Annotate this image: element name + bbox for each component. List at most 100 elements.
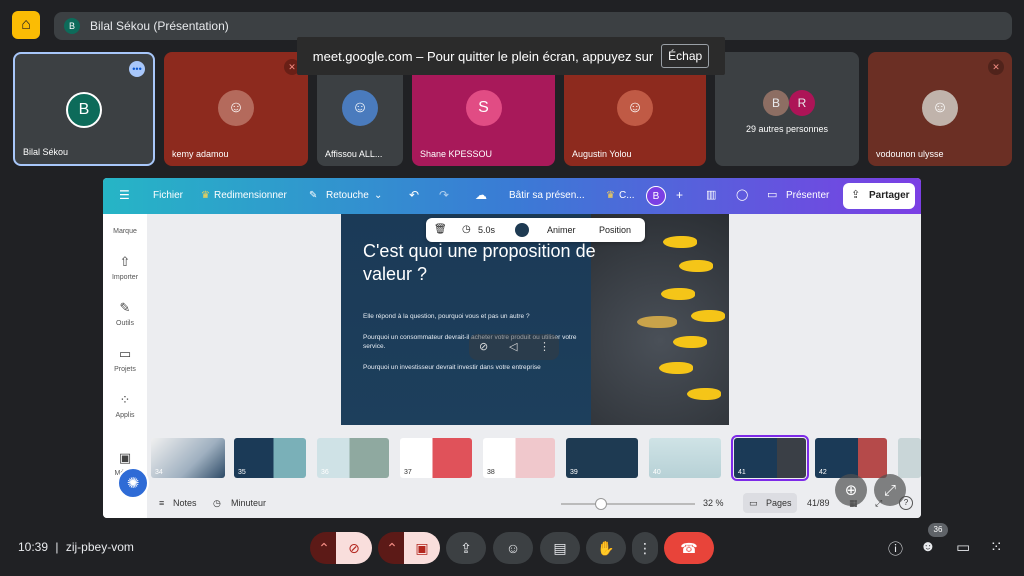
presenter-avatar: B	[64, 18, 80, 34]
undo-icon[interactable]: ↶	[409, 188, 419, 202]
captions-button[interactable]: ▤	[540, 532, 580, 564]
share-button[interactable]: Partager	[869, 190, 910, 201]
trash-icon[interactable]: 🗑	[434, 224, 447, 235]
present-screen-button[interactable]: ⇪	[446, 532, 486, 564]
page-thumbnail[interactable]: 34	[151, 438, 225, 478]
slide-image	[591, 214, 729, 425]
avatar: ☺	[218, 90, 254, 126]
zoom-in-icon[interactable]: ⊕	[835, 474, 867, 506]
crown-menu-item[interactable]: C...	[619, 190, 635, 201]
pages-button[interactable]: Pages	[766, 498, 792, 508]
participant-name: Augustin Yolou	[572, 149, 632, 159]
page-thumbnail[interactable]: 40	[649, 438, 721, 478]
avatar: S	[465, 90, 502, 126]
slide[interactable]: C'est quoi une proposition de valeur ? E…	[341, 214, 729, 425]
chevron-down-icon[interactable]: ⌄	[374, 190, 382, 201]
zoom-slider-track[interactable]	[561, 503, 695, 505]
notes-button[interactable]: Notes	[173, 498, 197, 508]
presentation-bar[interactable]: B Bilal Sékou (Présentation)	[54, 12, 1012, 40]
home-icon[interactable]: ⌂	[12, 11, 40, 39]
timer-button[interactable]: Minuteur	[231, 498, 266, 508]
pin-off-icon[interactable]: ⊘	[479, 340, 488, 353]
page-thumbnail[interactable]	[898, 438, 921, 478]
page-thumbnail[interactable]: 36	[317, 438, 389, 478]
media-controls: ⊘ ◁ ⋮	[469, 334, 559, 360]
page-thumbnail[interactable]: 35	[234, 438, 306, 478]
participant-tile[interactable]: B ••• Bilal Sékou	[13, 52, 155, 166]
page-thumbnail[interactable]: 42	[815, 438, 887, 478]
canva-footer: ≡ Notes ◷ Minuteur 32 % ▭ Pages 41/89 ▦ …	[147, 490, 921, 518]
sidebar-item-label: Importer	[111, 274, 139, 281]
sidebar-item-projects[interactable]: ▭ Projets	[103, 346, 147, 373]
chat-icon[interactable]: ▭	[956, 538, 970, 556]
position-button[interactable]: Position	[599, 225, 631, 235]
document-title[interactable]: Bâtir sa présen...	[509, 190, 585, 201]
activities-icon[interactable]: ⁙	[990, 538, 1003, 556]
slide-paragraph: Pourquoi un investisseur devrait investi…	[363, 364, 541, 371]
volume-icon[interactable]: ◁	[509, 340, 517, 353]
redo-icon[interactable]: ↷	[439, 188, 449, 202]
camera-off-button[interactable]: ▣	[404, 532, 440, 564]
resize-menu[interactable]: Redimensionner	[214, 190, 287, 201]
page-thumbnail-selected[interactable]: 41	[731, 435, 809, 481]
fish-shape	[659, 362, 693, 374]
info-icon[interactable]: ⓘ	[888, 538, 903, 559]
magic-icon[interactable]: ✺	[117, 467, 149, 499]
user-avatar[interactable]: B	[646, 186, 666, 206]
crown-icon: ♛	[606, 190, 615, 201]
fish-shape	[661, 288, 695, 300]
expand-icon[interactable]: ⤢	[874, 474, 906, 506]
toast-message: meet.google.com – Pour quitter le plein …	[312, 48, 654, 64]
menu-icon[interactable]: ☰	[119, 188, 130, 202]
sidebar-item-brand[interactable]: Marque	[103, 228, 147, 235]
fish-shape	[691, 310, 725, 322]
meeting-time-code: 10:39 | zij-pbey-vom	[18, 540, 134, 554]
more-icon[interactable]: ⋮	[539, 340, 550, 353]
raise-hand-button[interactable]: ✋	[586, 532, 626, 564]
add-user-icon[interactable]: +	[676, 188, 683, 202]
animate-button[interactable]: Animer	[547, 225, 576, 235]
sidebar-item-upload[interactable]: ⇧ Importer	[103, 254, 147, 281]
comment-icon[interactable]: ◯	[736, 188, 748, 201]
duration-button[interactable]: 5.0s	[478, 225, 495, 235]
video-options-button[interactable]: ⌃	[378, 532, 406, 564]
participant-tile[interactable]: B R 29 autres personnes	[715, 52, 859, 166]
color-swatch[interactable]	[515, 223, 529, 237]
fullscreen-toast: meet.google.com – Pour quitter le plein …	[297, 37, 725, 75]
emoji-button[interactable]: ☺	[493, 532, 533, 564]
sidebar-item-tools[interactable]: ✎ Outils	[103, 300, 147, 327]
more-options-button[interactable]: ⋮	[632, 532, 658, 564]
crown-icon: ♛	[201, 190, 210, 201]
page-thumbnail[interactable]: 38	[483, 438, 555, 478]
cloud-icon[interactable]: ☁	[475, 188, 487, 202]
element-toolbar: 🗑 ◷ 5.0s Animer Position	[426, 218, 645, 242]
share-icon: ⇪	[851, 189, 861, 201]
zoom-slider-handle[interactable]	[595, 498, 607, 510]
file-menu[interactable]: Fichier	[153, 190, 183, 201]
audio-options-button[interactable]: ⌃	[310, 532, 338, 564]
participants-count-badge: 36	[928, 523, 948, 537]
page-thumbnail[interactable]: 37	[400, 438, 472, 478]
hang-up-button[interactable]: ☎	[664, 532, 714, 564]
edit-menu[interactable]: Retouche	[326, 190, 369, 201]
sidebar-item-apps[interactable]: ⁘ Applis	[103, 392, 147, 419]
meet-window: ⌂ B Bilal Sékou (Présentation) meet.goog…	[0, 0, 1024, 576]
avatar: B	[763, 90, 789, 116]
separator: |	[55, 540, 59, 554]
others-label: 29 autres personnes	[745, 124, 829, 134]
participant-tile[interactable]: ☺ ✕ kemy adamou	[164, 52, 308, 166]
sidebar-item-label: Applis	[115, 412, 135, 419]
mic-off-button[interactable]: ⊘	[336, 532, 372, 564]
zoom-level[interactable]: 32 %	[703, 498, 724, 508]
people-icon[interactable]: ☻	[920, 538, 936, 555]
page-count[interactable]: 41/89	[807, 498, 830, 508]
chart-icon[interactable]: ▥	[706, 188, 716, 201]
page-thumbnail[interactable]: 39	[566, 438, 638, 478]
meeting-time: 10:39	[18, 540, 49, 554]
edit-icon: ✎	[309, 190, 318, 201]
upload-icon: ⇧	[119, 254, 131, 269]
fish-shape	[663, 236, 697, 248]
notes-icon: ≡	[159, 498, 165, 508]
participant-tile[interactable]: ☺ ✕ vodounon ulysse	[868, 52, 1012, 166]
present-button[interactable]: Présenter	[786, 190, 829, 201]
